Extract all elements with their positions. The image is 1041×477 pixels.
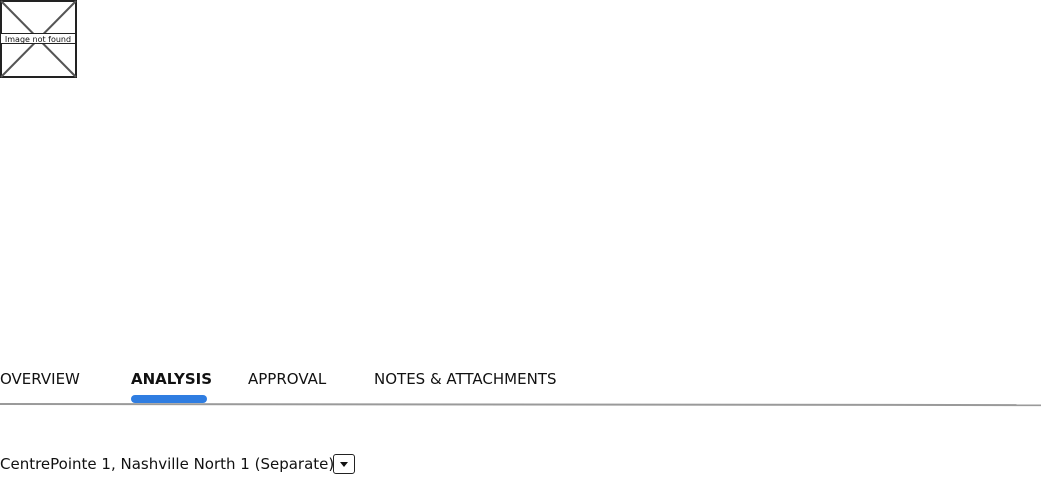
property-dropdown-button[interactable] xyxy=(333,454,355,474)
tab-analysis[interactable]: ANALYSIS xyxy=(131,370,212,388)
tab-approval[interactable]: APPROVAL xyxy=(248,370,326,388)
chevron-down-icon xyxy=(340,462,348,467)
active-tab-indicator xyxy=(131,395,207,403)
tab-overview[interactable]: OVERVIEW xyxy=(0,370,80,388)
tab-bar: OVERVIEW ANALYSIS APPROVAL NOTES & ATTAC… xyxy=(0,367,1041,407)
broken-image-placeholder: Image not found xyxy=(0,0,77,78)
property-selector[interactable]: CentrePointe 1, Nashville North 1 (Separ… xyxy=(0,454,420,476)
image-not-found-label: Image not found xyxy=(0,33,76,44)
property-selector-value: CentrePointe 1, Nashville North 1 (Separ… xyxy=(0,455,335,473)
tab-notes-attachments[interactable]: NOTES & ATTACHMENTS xyxy=(374,370,557,388)
page: Image not found OVERVIEW ANALYSIS APPROV… xyxy=(0,0,1041,477)
